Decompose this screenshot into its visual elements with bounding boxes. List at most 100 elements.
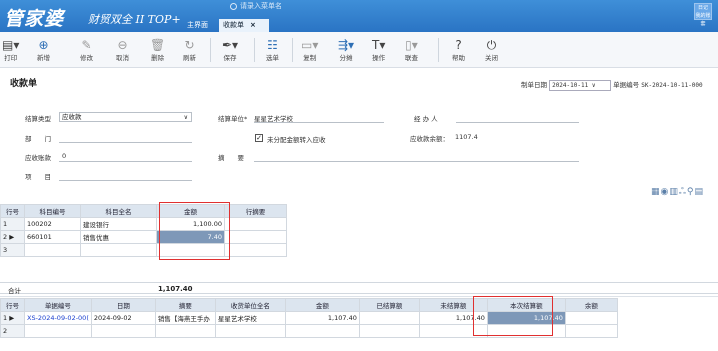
linked-query-button[interactable]: ▯▾ 联查: [405, 38, 418, 62]
project-field[interactable]: [59, 180, 192, 181]
date-cell: [90, 324, 156, 338]
select-order-label: 选单: [266, 54, 279, 62]
summary-cell: [154, 324, 216, 338]
settled-cell: [358, 311, 420, 325]
table-header: 行号 科目编号 科目全名 金额 行摘要: [0, 204, 287, 218]
tab-receipt[interactable]: 收款单 ×: [219, 19, 269, 32]
refresh-button[interactable]: ↻ 刷新: [183, 38, 196, 62]
linked-query-label: 联查: [405, 54, 418, 62]
divider: [0, 296, 718, 297]
settle-type-select[interactable]: 应收款 ∨: [59, 112, 192, 122]
copy-label: 复制: [303, 54, 317, 62]
help-button[interactable]: ? 帮助: [452, 38, 465, 62]
refresh-label: 刷新: [183, 54, 196, 62]
ar-account-underline: [59, 161, 192, 162]
col-header: 收货单位全名: [214, 298, 286, 312]
handler-label: 经 办 人: [414, 115, 438, 123]
account-code-cell[interactable]: 100202: [24, 217, 81, 231]
pen-icon: ✒▾: [222, 38, 239, 52]
select-list-icon: ☷: [267, 38, 278, 52]
highlight-box: [473, 296, 553, 336]
operate-button[interactable]: T▾ 操作: [372, 38, 385, 62]
row-number: 1 ▶: [0, 311, 25, 325]
col-header: 行摘要: [224, 204, 287, 218]
app-edition: 财贸双全 II TOP+: [88, 13, 181, 26]
print-button[interactable]: ▤▾ 打印: [2, 38, 19, 62]
chevron-down-icon: ∨: [183, 114, 188, 121]
highlight-box: [159, 202, 230, 260]
close-tab-icon[interactable]: ×: [250, 21, 256, 29]
row-number: 3: [0, 243, 25, 257]
linked-query-icon: ▯▾: [405, 38, 418, 52]
account-code-cell[interactable]: 660101: [24, 230, 81, 244]
col-header: 已结算额: [358, 298, 420, 312]
settled-cell: [358, 324, 420, 338]
copy-button[interactable]: ▭▾ 复制: [301, 38, 318, 62]
new-button[interactable]: ⊕ 新增: [37, 38, 50, 62]
tab-receipt-label: 收款单: [223, 21, 244, 29]
menu-search[interactable]: 请录入菜单名: [230, 1, 282, 11]
minus-circle-icon: ⊖: [117, 38, 128, 52]
grid-tool-icons[interactable]: ▦◉▥ஃ⚲▤: [651, 187, 704, 198]
toolbar: ▤▾ 打印 ⊕ 新增 ✎ 修改 ⊖ 取消 🗑 删除 ↻ 刷新 ✒▾ 保存 ☷ 选单 ▭▾ 复制 ⇶…: [0, 32, 718, 68]
row-note-cell[interactable]: [224, 230, 287, 244]
delete-button[interactable]: 🗑 删除: [150, 38, 165, 62]
ar-account-label: 应收账款: [25, 154, 51, 162]
account-name-cell[interactable]: 销售优惠: [80, 230, 157, 244]
doc-header-fields: 制单日期 2024-10-11 ∨ 单据编号 SK-2024-10-11-000: [521, 79, 703, 91]
handler-field[interactable]: [456, 122, 579, 123]
doc-number-link[interactable]: XS-2024-09-02-00(: [24, 311, 92, 325]
title-bar: 管家婆 财贸双全 II TOP+ 请录入菜单名 主界面 收款单 × 日记 我的账套: [0, 0, 718, 32]
settle-unit-label: 结算单位*: [218, 115, 248, 123]
copy-icon: ▭▾: [301, 38, 319, 52]
dept-field[interactable]: [59, 142, 192, 143]
tab-main[interactable]: 主界面: [183, 19, 212, 32]
table-row[interactable]: 3: [0, 243, 287, 257]
toolbar-divider: [210, 38, 211, 62]
operate-icon: T▾: [372, 38, 386, 52]
operate-label: 操作: [372, 54, 386, 62]
delete-label: 删除: [151, 54, 165, 62]
date-picker[interactable]: 2024-10-11 ∨: [549, 79, 612, 91]
account-name-cell[interactable]: 建设银行: [80, 217, 157, 231]
transfer-checkbox[interactable]: ✓: [255, 134, 263, 142]
edit-label: 修改: [80, 54, 93, 62]
cancel-label: 取消: [116, 54, 129, 62]
user-line1: 日记: [697, 5, 708, 11]
account-name-cell[interactable]: [80, 243, 157, 257]
doc-number-link[interactable]: [24, 324, 92, 338]
balance-cell: [564, 324, 618, 338]
search-input[interactable]: 请录入菜单名: [240, 2, 282, 10]
close-button[interactable]: ⏻ 关闭: [485, 38, 498, 62]
row-note-cell[interactable]: [224, 217, 287, 231]
summary-field[interactable]: [254, 161, 579, 162]
user-line2: 我的账套: [695, 13, 711, 27]
toolbar-divider: [254, 38, 255, 62]
ar-account-value[interactable]: 0: [62, 152, 66, 160]
cancel-button[interactable]: ⊖ 取消: [116, 38, 129, 62]
date-cell: 2024-09-02: [90, 311, 156, 325]
power-icon: ⏻: [486, 38, 497, 52]
split-button[interactable]: ⇶▾ 分摊: [338, 38, 354, 62]
col-header: 摘要: [154, 298, 216, 312]
table-row[interactable]: 2 ▶ 660101 销售优惠 7.40: [0, 230, 287, 244]
balance-cell: [564, 311, 618, 325]
select-order-button[interactable]: ☷ 选单: [266, 38, 279, 62]
split-label: 分摊: [339, 54, 353, 62]
transfer-checkbox-label: 未分配金额转入应收: [267, 136, 326, 144]
save-button[interactable]: ✒▾ 保存: [222, 38, 238, 62]
help-icon: ?: [455, 38, 462, 52]
refresh-icon: ↻: [184, 38, 195, 52]
summary-cell: 销售【海燕王手办: [154, 311, 216, 325]
col-header: 金额: [284, 298, 360, 312]
docno-field[interactable]: SK-2024-10-11-000: [641, 82, 702, 89]
row-note-cell[interactable]: [224, 243, 287, 257]
col-header: 单据编号: [24, 298, 92, 312]
print-label: 打印: [4, 54, 18, 62]
user-account-button[interactable]: 日记 我的账套: [694, 3, 712, 27]
dept-label: 部 门: [25, 135, 51, 143]
toolbar-divider: [438, 38, 439, 62]
edit-button[interactable]: ✎ 修改: [80, 38, 93, 62]
account-code-cell[interactable]: [24, 243, 81, 257]
table-row[interactable]: 1 100202 建设银行 1,100.00: [0, 217, 287, 231]
